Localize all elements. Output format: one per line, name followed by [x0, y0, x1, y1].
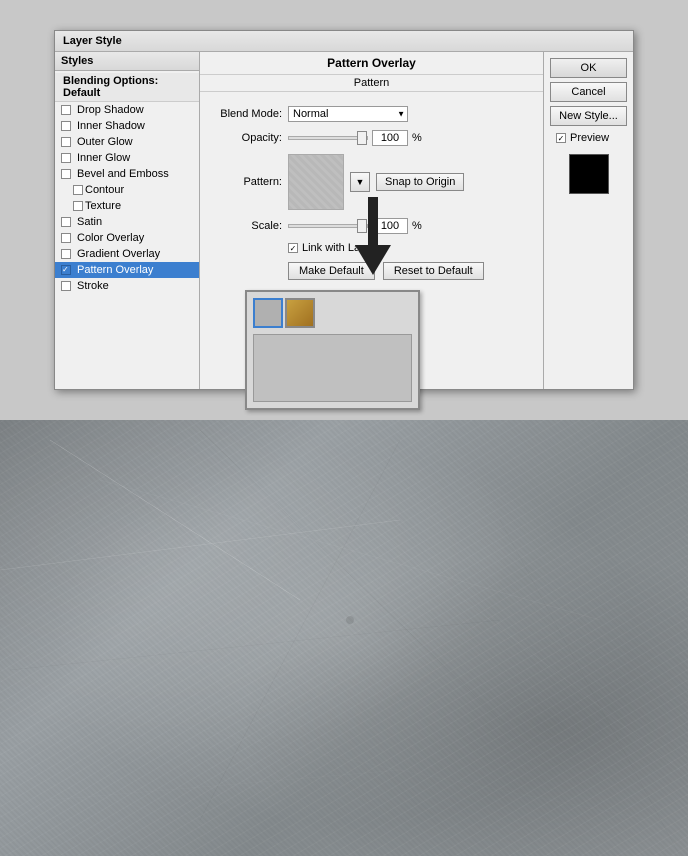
bevel-emboss-checkbox[interactable]: [61, 169, 71, 179]
pattern-picker-button[interactable]: ▼: [350, 172, 370, 192]
right-buttons-panel: OK Cancel New Style... ✓ Preview: [543, 52, 633, 389]
cancel-button[interactable]: Cancel: [550, 82, 627, 102]
opacity-percent: %: [412, 132, 422, 144]
new-style-button[interactable]: New Style...: [550, 106, 627, 126]
blend-mode-row: Blend Mode: Normal Multiply Screen Overl…: [212, 106, 531, 122]
opacity-slider[interactable]: [288, 136, 368, 140]
opacity-row: Opacity: %: [212, 130, 531, 146]
section-title: Pattern: [200, 75, 543, 92]
reset-to-default-button[interactable]: Reset to Default: [383, 262, 484, 280]
scratch-overlay: [0, 420, 688, 856]
inner-glow-item[interactable]: Inner Glow: [55, 150, 199, 166]
stroke-checkbox[interactable]: [61, 281, 71, 291]
satin-checkbox[interactable]: [61, 217, 71, 227]
blending-options-item[interactable]: Blending Options: Default: [55, 73, 199, 102]
styles-panel: Styles Blending Options: Default Drop Sh…: [55, 52, 200, 389]
preview-checkbox[interactable]: ✓: [556, 133, 566, 143]
concrete-texture-section: [0, 420, 688, 856]
panel-title: Pattern Overlay: [200, 52, 543, 75]
gradient-overlay-checkbox[interactable]: [61, 249, 71, 259]
top-section: Layer Style Styles Blending Options: Def…: [0, 0, 688, 420]
inner-glow-checkbox[interactable]: [61, 153, 71, 163]
texture-item[interactable]: Texture: [55, 198, 199, 214]
arrow-indicator: [355, 245, 391, 275]
contour-item[interactable]: Contour: [55, 182, 199, 198]
contour-checkbox[interactable]: [73, 185, 83, 195]
opacity-value-input[interactable]: [372, 130, 408, 146]
pattern-preview-box[interactable]: [288, 154, 344, 210]
stroke-item[interactable]: Stroke: [55, 278, 199, 294]
snap-to-origin-button[interactable]: Snap to Origin: [376, 173, 464, 191]
styles-list: Blending Options: Default Drop Shadow In…: [55, 71, 199, 296]
color-overlay-checkbox[interactable]: [61, 233, 71, 243]
inner-shadow-checkbox[interactable]: [61, 121, 71, 131]
pattern-overlay-checkbox[interactable]: [61, 265, 71, 275]
pattern-label: Pattern:: [212, 176, 282, 188]
outer-glow-item[interactable]: Outer Glow: [55, 134, 199, 150]
pattern-overlay-item[interactable]: Pattern Overlay: [55, 262, 199, 278]
drop-shadow-item[interactable]: Drop Shadow: [55, 102, 199, 118]
inner-shadow-item[interactable]: Inner Shadow: [55, 118, 199, 134]
dialog-title: Layer Style: [63, 35, 122, 47]
styles-panel-header: Styles: [55, 52, 199, 71]
scale-label: Scale:: [212, 220, 282, 232]
preview-swatch: [569, 154, 609, 194]
color-overlay-item[interactable]: Color Overlay: [55, 230, 199, 246]
preview-checkbox-row: ✓ Preview: [550, 130, 627, 146]
pattern-swatch-gold[interactable]: [285, 298, 315, 328]
large-pattern-preview: [253, 334, 412, 402]
texture-checkbox[interactable]: [73, 201, 83, 211]
pattern-swatches-row: [253, 298, 412, 328]
gradient-overlay-item[interactable]: Gradient Overlay: [55, 246, 199, 262]
opacity-slider-container: %: [288, 130, 422, 146]
satin-item[interactable]: Satin: [55, 214, 199, 230]
opacity-label: Opacity:: [212, 132, 282, 144]
scale-percent: %: [412, 220, 422, 232]
scale-slider-container: %: [288, 218, 422, 234]
outer-glow-checkbox[interactable]: [61, 137, 71, 147]
blend-mode-label: Blend Mode:: [212, 108, 282, 120]
pattern-swatch-gray[interactable]: [253, 298, 283, 328]
bevel-emboss-item[interactable]: Bevel and Emboss: [55, 166, 199, 182]
scale-slider[interactable]: [288, 224, 368, 228]
pattern-picker-dropdown[interactable]: [245, 290, 420, 410]
ok-button[interactable]: OK: [550, 58, 627, 78]
link-with-layer-checkbox[interactable]: ✓: [288, 243, 298, 253]
preview-label: Preview: [570, 132, 609, 144]
drop-shadow-checkbox[interactable]: [61, 105, 71, 115]
blend-mode-select-wrapper[interactable]: Normal Multiply Screen Overlay: [288, 106, 408, 122]
dialog-title-bar: Layer Style: [55, 31, 633, 52]
blend-mode-select[interactable]: Normal Multiply Screen Overlay: [288, 106, 408, 122]
